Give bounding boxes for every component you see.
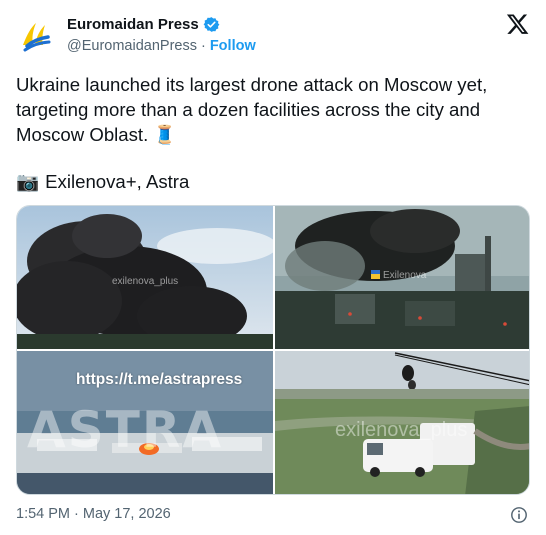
watermark: exilenova_plus xyxy=(335,419,468,441)
tweet-body: Ukraine launched its largest drone attac… xyxy=(16,74,493,145)
handle-separator: · xyxy=(200,38,206,54)
follow-button[interactable]: Follow xyxy=(210,38,256,54)
tweet-timestamp[interactable]: 1:54 PM · May 17, 2026 xyxy=(16,506,171,522)
author-name-row: Euromaidan Press xyxy=(67,16,220,33)
camera-icon: 📷 xyxy=(16,171,40,192)
watermark: Exilenova xyxy=(383,270,427,281)
media-photo-1[interactable]: exilenova_plus xyxy=(17,206,273,349)
author-handle-row: @EuromaidanPress · Follow xyxy=(67,38,256,54)
info-icon[interactable] xyxy=(510,506,528,524)
verified-badge-icon xyxy=(203,17,220,32)
tweet-text: Ukraine launched its largest drone attac… xyxy=(16,72,532,147)
watermark: exilenova_plus xyxy=(112,276,179,287)
photo-credit: 📷 Exilenova+, Astra xyxy=(16,169,189,194)
author-display-name[interactable]: Euromaidan Press xyxy=(67,16,199,33)
x-logo-icon[interactable] xyxy=(506,12,530,36)
astra-url-text: https://t.me/astrapress xyxy=(76,371,243,388)
tweet-card: Euromaidan Press @EuromaidanPress · Foll… xyxy=(0,0,546,535)
media-photo-3[interactable]: ASTRA https://t.me/astrapress xyxy=(17,351,273,494)
author-handle[interactable]: @EuromaidanPress xyxy=(67,38,197,54)
media-grid: exilenova_plus Exilenova ASTRA https://t… xyxy=(16,205,530,495)
media-photo-4[interactable]: exilenova_plus xyxy=(275,351,529,494)
photo-credit-text: Exilenova+, Astra xyxy=(45,171,190,192)
avatar[interactable] xyxy=(15,15,57,57)
astra-watermark: ASTRA xyxy=(27,401,224,459)
media-photo-2[interactable]: Exilenova xyxy=(275,206,529,349)
